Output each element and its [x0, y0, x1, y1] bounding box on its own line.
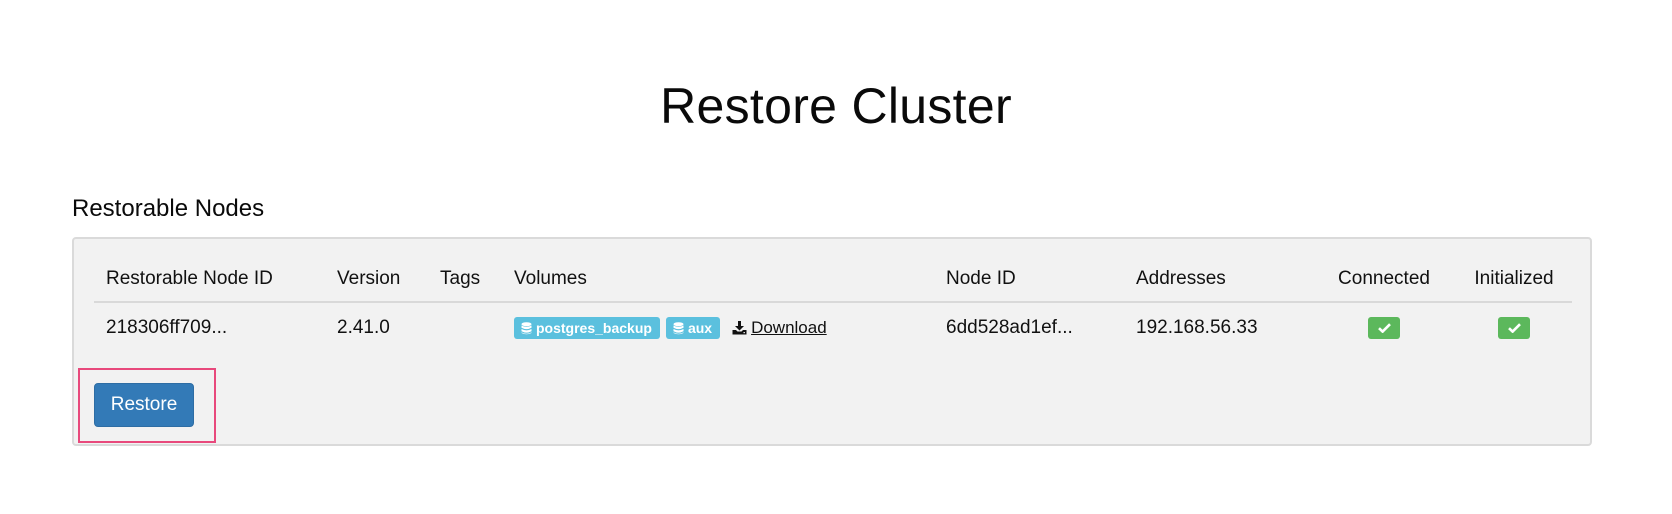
section-title: Restorable Nodes	[72, 195, 265, 222]
volumes-cell: postgres_backup aux Download	[514, 303, 827, 351]
version-cell: 2.41.0	[337, 317, 390, 338]
initialized-cell	[1469, 303, 1559, 351]
initialized-status-badge	[1498, 317, 1530, 339]
volume-name: postgres_backup	[536, 320, 652, 336]
table-row: 218306ff709... 2.41.0 postgres_backup au…	[94, 303, 1572, 351]
database-icon	[521, 321, 532, 334]
column-header-restorable-node-id: Restorable Node ID	[106, 268, 273, 289]
column-header-connected: Connected	[1338, 268, 1430, 289]
column-header-initialized: Initialized	[1474, 268, 1554, 289]
restorable-nodes-table: Restorable Node ID Version Tags Volumes …	[94, 255, 1572, 351]
download-icon	[732, 321, 747, 335]
restorable-nodes-panel: Restorable Node ID Version Tags Volumes …	[72, 237, 1592, 446]
table-header-row: Restorable Node ID Version Tags Volumes …	[94, 255, 1572, 303]
column-header-version: Version	[337, 268, 401, 289]
volume-badge-aux: aux	[665, 317, 721, 339]
page-title: Restore Cluster	[660, 78, 1012, 134]
volume-name: aux	[687, 320, 713, 336]
check-icon	[1377, 323, 1391, 333]
download-link[interactable]: Download	[732, 318, 827, 338]
column-header-volumes: Volumes	[514, 268, 587, 289]
check-icon	[1507, 323, 1521, 333]
volume-badge-postgres-backup: postgres_backup	[514, 317, 660, 339]
connected-status-badge	[1368, 317, 1400, 339]
connected-cell	[1324, 303, 1444, 351]
column-header-node-id: Node ID	[946, 268, 1016, 289]
restore-button[interactable]: Restore	[94, 383, 194, 427]
column-header-tags: Tags	[440, 268, 481, 289]
database-icon	[673, 321, 684, 334]
restorable-node-id-cell: 218306ff709...	[106, 317, 228, 338]
column-header-addresses: Addresses	[1136, 268, 1226, 289]
download-label[interactable]: Download	[751, 318, 827, 338]
addresses-cell: 192.168.56.33	[1136, 317, 1258, 338]
node-id-cell: 6dd528ad1ef...	[946, 317, 1073, 338]
